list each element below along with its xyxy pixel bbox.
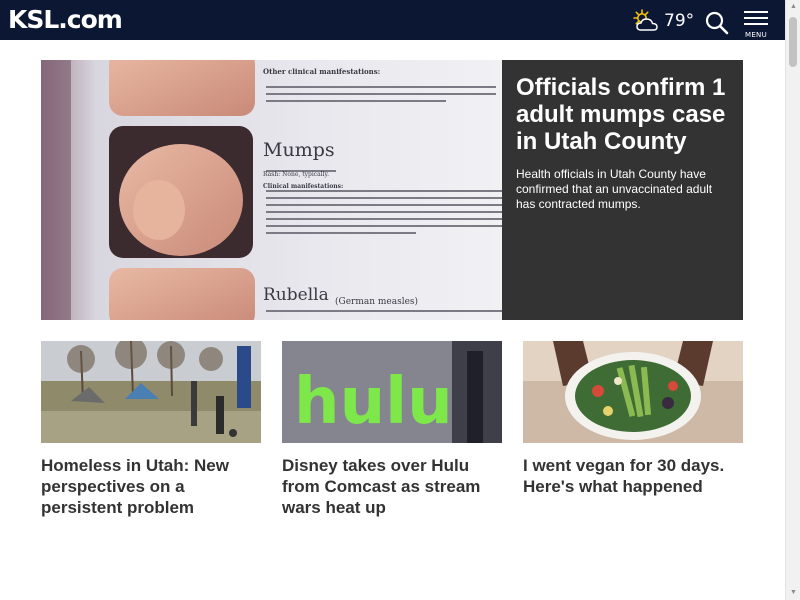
card-headline[interactable]: Disney takes over Hulu from Comcast as s… [282,455,502,518]
rash-note: Rash: None, typically. [263,171,329,178]
vegan-salad-photo[interactable] [523,341,743,443]
site-header: KSL.com 79° MENU [0,0,785,40]
card-headline[interactable]: I went vegan for 30 days. Here's what ha… [523,455,743,497]
hero-summary: Health officials in Utah County have con… [516,167,713,211]
clinical-label: Other clinical manifestations: [263,67,380,76]
scroll-up-arrow-icon[interactable]: ▲ [786,0,800,14]
hero-story[interactable]: Other clinical manifestations: Mumps Ras… [41,60,743,320]
scroll-down-arrow-icon[interactable]: ▼ [786,586,800,600]
medical-book-photo: Other clinical manifestations: Mumps Ras… [41,60,502,320]
hulu-logo-text: hulu [294,365,453,439]
card-headline[interactable]: Homeless in Utah: New perspectives on a … [41,455,261,518]
hulu-sign-photo[interactable]: hulu [282,341,502,443]
story-card-hulu[interactable]: hulu Disney takes over Hulu from Comcast… [282,341,502,518]
weather-widget[interactable]: 79° [630,8,694,34]
hamburger-icon [744,11,768,25]
hero-image-medical-book[interactable]: Other clinical manifestations: Mumps Ras… [41,60,502,320]
temperature: 79° [664,11,695,31]
page-scrollbar[interactable]: ▲ ▼ [785,0,800,600]
rubella-note: (German measles) [335,296,418,307]
story-card-vegan[interactable]: I went vegan for 30 days. Here's what ha… [523,341,743,497]
clinical-label-2: Clinical manifestations: [263,183,343,190]
ksl-logo[interactable]: KSL.com [8,5,123,35]
mumps-heading: Mumps [263,139,335,161]
hero-text-panel[interactable]: Officials confirm 1 adult mumps case in … [502,60,743,320]
menu-button[interactable]: MENU [742,11,770,39]
hero-headline[interactable]: Officials confirm 1 adult mumps case in … [516,74,729,155]
search-icon [705,11,729,35]
scroll-thumb[interactable] [789,17,797,67]
story-card-homeless[interactable]: Homeless in Utah: New perspectives on a … [41,341,261,518]
rubella-heading: Rubella [263,285,329,305]
homeless-camp-photo[interactable] [41,341,261,443]
menu-label: MENU [744,31,768,39]
partly-sunny-icon [633,9,658,31]
search-button[interactable] [704,10,730,36]
